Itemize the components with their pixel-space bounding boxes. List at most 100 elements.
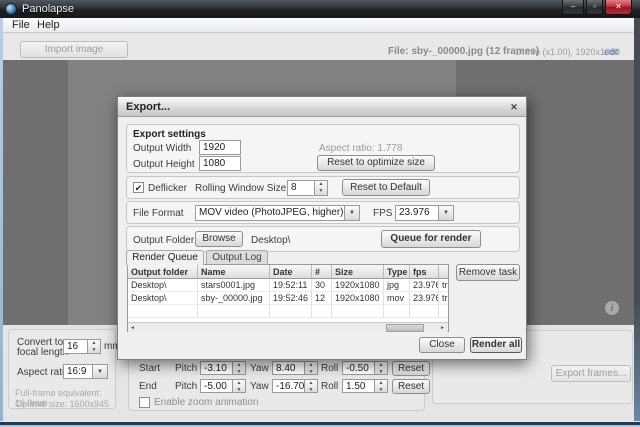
- spin-down-icon[interactable]: ▼: [305, 369, 317, 376]
- spin-up-icon[interactable]: ▲: [233, 380, 245, 387]
- rolling-window-input[interactable]: 8: [287, 180, 315, 196]
- reset-optimize-size-button[interactable]: Reset to optimize size: [317, 155, 435, 171]
- spin-down-icon[interactable]: ▼: [233, 369, 245, 376]
- cell: 19:52:11: [270, 279, 312, 292]
- start-yaw-input[interactable]: 8.40: [272, 361, 305, 375]
- spin-up-icon[interactable]: ▲: [375, 380, 387, 387]
- start-roll-input[interactable]: -0.50: [342, 361, 375, 375]
- cell: [384, 305, 410, 318]
- scroll-left-icon[interactable]: ◄: [128, 324, 137, 332]
- spin-up-icon[interactable]: ▲: [233, 362, 245, 369]
- file-format-select[interactable]: MOV video (PhotoJPEG, higher): [195, 205, 345, 221]
- maximize-button[interactable]: ▫: [586, 0, 603, 15]
- spin-up-icon[interactable]: ▲: [315, 181, 327, 188]
- spin-down-icon[interactable]: ▼: [88, 347, 100, 354]
- deflicker-label: Deflicker: [148, 183, 187, 194]
- table-empty-row: [128, 305, 448, 318]
- browse-button[interactable]: Browse: [195, 231, 243, 247]
- edit-link[interactable]: edit: [604, 47, 619, 57]
- minimize-button[interactable]: –: [562, 0, 584, 15]
- dialog-title-bar: Export... ✕: [118, 97, 526, 117]
- table-header-row: Output folder Name Date # Size Type fps: [128, 265, 448, 279]
- menu-file[interactable]: File: [8, 19, 34, 31]
- output-width-label: Output Width: [133, 143, 191, 154]
- end-roll-stepper[interactable]: ▲▼: [375, 379, 388, 393]
- end-reset-button[interactable]: Reset: [392, 379, 430, 394]
- dialog-close-button[interactable]: Close: [419, 337, 465, 353]
- col-date[interactable]: Date: [270, 265, 312, 279]
- info-icon[interactable]: i: [605, 301, 619, 315]
- spin-down-icon[interactable]: ▼: [233, 387, 245, 394]
- end-pitch-input[interactable]: -5.00: [200, 379, 233, 393]
- fps-dropdown-icon[interactable]: ▼: [439, 205, 454, 221]
- app-window: Panolapse – ▫ ✕ File Help Import image s…: [0, 0, 640, 427]
- end-yaw-stepper[interactable]: ▲▼: [305, 379, 318, 393]
- aspect-ratio-select[interactable]: 16:9: [63, 364, 93, 379]
- export-frames-button[interactable]: Export frames...: [551, 365, 631, 382]
- scrollbar-thumb[interactable]: [386, 324, 424, 332]
- focal-length-stepper[interactable]: ▲▼: [88, 339, 101, 354]
- cell: [128, 305, 198, 318]
- import-sequence-button[interactable]: Import image sequence...: [20, 41, 128, 58]
- start-roll-stepper[interactable]: ▲▼: [375, 361, 388, 375]
- queue-for-render-button[interactable]: Queue for render: [381, 230, 481, 248]
- start-pitch-input[interactable]: -3.10: [200, 361, 233, 375]
- start-reset-button[interactable]: Reset: [392, 361, 430, 376]
- table-row[interactable]: Desktop\ sby-_00000.jpg 19:52:46 12 1920…: [128, 292, 448, 305]
- spin-up-icon[interactable]: ▲: [305, 380, 317, 387]
- cell: 30: [312, 279, 332, 292]
- dialog-close-icon[interactable]: ✕: [508, 101, 520, 113]
- start-label: Start: [139, 363, 160, 374]
- menu-help[interactable]: Help: [33, 19, 64, 31]
- col-extra[interactable]: [439, 265, 448, 279]
- spin-up-icon[interactable]: ▲: [375, 362, 387, 369]
- start-roll-label: Roll: [321, 363, 338, 374]
- end-roll-input[interactable]: 1.50: [342, 379, 375, 393]
- spin-down-icon[interactable]: ▼: [305, 387, 317, 394]
- start-pitch-label: Pitch: [175, 363, 197, 374]
- zoom-animation-checkbox[interactable]: [139, 397, 150, 408]
- table-row[interactable]: Desktop\ stars0001.jpg 19:52:11 30 1920x…: [128, 279, 448, 292]
- scroll-right-icon[interactable]: ►: [438, 324, 447, 332]
- aspect-dropdown-icon[interactable]: ▼: [93, 364, 108, 379]
- col-size[interactable]: Size: [332, 265, 384, 279]
- cell: [439, 305, 448, 318]
- cell: stars0001.jpg: [198, 279, 270, 292]
- close-button[interactable]: ✕: [605, 0, 632, 15]
- col-count[interactable]: #: [312, 265, 332, 279]
- spin-up-icon[interactable]: ▲: [305, 362, 317, 369]
- cell: [312, 305, 332, 318]
- output-width-input[interactable]: 1920: [199, 140, 241, 155]
- remove-task-button[interactable]: Remove task: [456, 264, 520, 281]
- end-pitch-stepper[interactable]: ▲▼: [233, 379, 246, 393]
- spin-down-icon[interactable]: ▼: [375, 387, 387, 394]
- output-height-input[interactable]: 1080: [199, 156, 241, 171]
- deflicker-checkbox[interactable]: ✔: [133, 182, 144, 193]
- col-type[interactable]: Type: [384, 265, 410, 279]
- col-name[interactable]: Name: [198, 265, 270, 279]
- render-all-button[interactable]: Render all: [470, 337, 522, 353]
- cell: 1920x1080: [332, 292, 384, 305]
- export-settings-group: Export settings Output Width 1920 Aspect…: [126, 124, 520, 173]
- reset-default-button[interactable]: Reset to Default: [342, 179, 430, 196]
- cell: [332, 305, 384, 318]
- col-fps[interactable]: fps: [410, 265, 439, 279]
- cell: sby-_00000.jpg: [198, 292, 270, 305]
- spin-up-icon[interactable]: ▲: [88, 340, 100, 347]
- rolling-window-stepper[interactable]: ▲▼: [315, 180, 328, 196]
- file-format-dropdown-icon[interactable]: ▼: [345, 205, 360, 221]
- col-output-folder[interactable]: Output folder: [128, 265, 198, 279]
- spin-down-icon[interactable]: ▼: [375, 369, 387, 376]
- end-yaw-input[interactable]: -16.70: [272, 379, 305, 393]
- fps-select[interactable]: 23.976: [395, 205, 439, 221]
- output-folder-label: Output Folder: [133, 235, 194, 246]
- output-height-label: Output Height: [133, 159, 195, 170]
- tab-render-queue[interactable]: Render Queue: [126, 250, 204, 265]
- start-yaw-label: Yaw: [250, 363, 269, 374]
- focal-length-input[interactable]: 16: [63, 339, 88, 354]
- tab-output-log[interactable]: Output Log: [206, 250, 268, 265]
- start-yaw-stepper[interactable]: ▲▼: [305, 361, 318, 375]
- horizontal-scrollbar[interactable]: ◄ ►: [128, 322, 448, 332]
- start-pitch-stepper[interactable]: ▲▼: [233, 361, 246, 375]
- spin-down-icon[interactable]: ▼: [315, 188, 327, 195]
